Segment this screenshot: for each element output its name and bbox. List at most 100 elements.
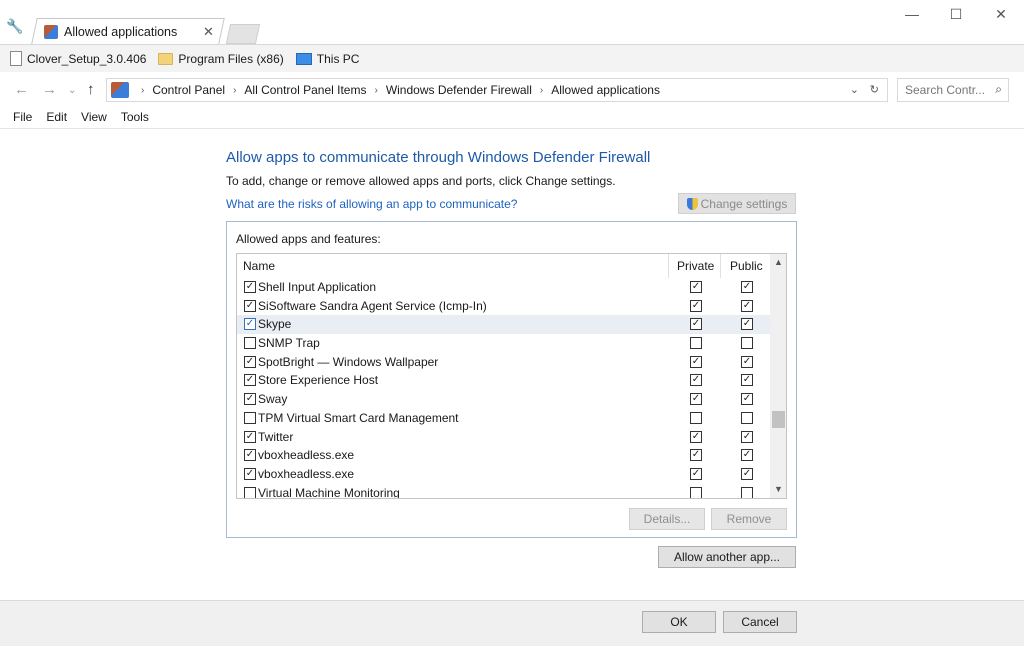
table-row[interactable]: Virtual Machine Monitoring bbox=[237, 484, 770, 498]
cancel-button[interactable]: Cancel bbox=[723, 611, 797, 633]
favorite-item[interactable]: Clover_Setup_3.0.406 bbox=[10, 51, 146, 66]
public-checkbox[interactable]: ✓ bbox=[741, 449, 753, 462]
new-tab-button[interactable] bbox=[225, 24, 261, 44]
private-checkbox[interactable] bbox=[690, 337, 702, 350]
table-row[interactable]: TPM Virtual Smart Card Management bbox=[237, 409, 770, 428]
enable-checkbox[interactable]: ✓ bbox=[244, 318, 256, 331]
enable-checkbox[interactable]: ✓ bbox=[244, 467, 256, 480]
private-checkbox[interactable] bbox=[690, 411, 702, 424]
private-checkbox[interactable]: ✓ bbox=[690, 281, 702, 293]
risks-link[interactable]: What are the risks of allowing an app to… bbox=[226, 197, 517, 211]
details-button[interactable]: Details... bbox=[629, 508, 705, 530]
table-row[interactable]: ✓ Twitter ✓ ✓ bbox=[237, 428, 770, 447]
menu-file[interactable]: File bbox=[0, 108, 39, 128]
ok-button[interactable]: OK bbox=[642, 611, 716, 633]
private-checkbox[interactable]: ✓ bbox=[690, 449, 702, 462]
column-header-public[interactable]: Public bbox=[730, 259, 763, 273]
breadcrumb[interactable]: › Control Panel › All Control Panel Item… bbox=[106, 78, 888, 102]
public-checkbox[interactable]: ✓ bbox=[741, 299, 753, 312]
app-name: SpotBright — Windows Wallpaper bbox=[258, 354, 439, 369]
table-row[interactable]: ✓ vboxheadless.exe ✓ ✓ bbox=[237, 465, 770, 484]
public-checkbox[interactable]: ✓ bbox=[741, 281, 753, 293]
chevron-right-icon[interactable]: › bbox=[233, 85, 236, 96]
menu-edit[interactable]: Edit bbox=[39, 108, 74, 128]
private-checkbox[interactable]: ✓ bbox=[690, 467, 702, 480]
table-row[interactable]: ✓ vboxheadless.exe ✓ ✓ bbox=[237, 446, 770, 465]
enable-checkbox[interactable]: ✓ bbox=[244, 449, 256, 462]
public-checkbox[interactable]: ✓ bbox=[741, 393, 753, 406]
table-row[interactable]: ✓ SpotBright — Windows Wallpaper ✓ ✓ bbox=[237, 353, 770, 372]
recent-chevron-icon[interactable]: ⌄ bbox=[68, 85, 76, 96]
public-checkbox[interactable] bbox=[741, 411, 753, 424]
enable-checkbox[interactable]: ✓ bbox=[244, 281, 256, 293]
favorite-item[interactable]: Program Files (x86) bbox=[158, 52, 284, 66]
private-checkbox[interactable]: ✓ bbox=[690, 355, 702, 368]
enable-checkbox[interactable]: ✓ bbox=[244, 430, 256, 443]
chevron-right-icon[interactable]: › bbox=[141, 85, 144, 96]
chevron-right-icon[interactable]: › bbox=[374, 85, 377, 96]
column-divider[interactable] bbox=[668, 254, 669, 278]
menu-tools[interactable]: Tools bbox=[114, 108, 156, 128]
private-checkbox[interactable]: ✓ bbox=[690, 393, 702, 406]
breadcrumb-item[interactable]: Windows Defender Firewall bbox=[386, 83, 532, 97]
table-row[interactable]: ✓ SiSoftware Sandra Agent Service (Icmp-I… bbox=[237, 297, 770, 316]
chevron-right-icon[interactable]: › bbox=[540, 85, 543, 96]
refresh-icon[interactable]: ↻ bbox=[870, 83, 879, 96]
public-checkbox[interactable]: ✓ bbox=[741, 430, 753, 443]
menu-view[interactable]: View bbox=[74, 108, 114, 128]
breadcrumb-item[interactable]: All Control Panel Items bbox=[244, 83, 366, 97]
enable-checkbox[interactable] bbox=[244, 337, 256, 350]
search-input[interactable]: Search Contr... ⌕ bbox=[897, 78, 1009, 102]
app-rows: ✓ Shell Input Application ✓ ✓ ✓ SiSoftware Sa… bbox=[237, 278, 770, 498]
enable-checkbox[interactable] bbox=[244, 486, 256, 498]
close-tab-icon[interactable]: ✕ bbox=[203, 24, 214, 40]
private-checkbox[interactable]: ✓ bbox=[690, 318, 702, 331]
remove-button[interactable]: Remove bbox=[711, 508, 787, 530]
table-row[interactable]: ✓ Shell Input Application ✓ ✓ bbox=[237, 278, 770, 297]
public-checkbox[interactable]: ✓ bbox=[741, 318, 753, 331]
enable-checkbox[interactable] bbox=[244, 411, 256, 424]
private-checkbox[interactable] bbox=[690, 486, 702, 498]
table-row[interactable]: ✓ Sway ✓ ✓ bbox=[237, 390, 770, 409]
search-icon[interactable]: ⌕ bbox=[995, 82, 1002, 97]
private-checkbox[interactable]: ✓ bbox=[690, 299, 702, 312]
allow-another-app-button[interactable]: Allow another app... bbox=[658, 546, 796, 568]
scroll-down-icon[interactable]: ▼ bbox=[770, 481, 786, 498]
wrench-icon[interactable]: 🔧 bbox=[6, 18, 24, 36]
public-checkbox[interactable] bbox=[741, 337, 753, 350]
enable-checkbox[interactable]: ✓ bbox=[244, 355, 256, 368]
vertical-scrollbar[interactable]: ▲ ▼ bbox=[770, 254, 786, 498]
enable-checkbox[interactable]: ✓ bbox=[244, 374, 256, 387]
apps-list[interactable]: Name Private Public ✓ Shell Input Applica… bbox=[236, 253, 787, 499]
private-checkbox[interactable]: ✓ bbox=[690, 374, 702, 387]
address-dropdown-icon[interactable]: ⌄ bbox=[850, 83, 859, 96]
forward-arrow-icon[interactable]: → bbox=[42, 81, 57, 98]
breadcrumb-item[interactable]: Control Panel bbox=[152, 83, 225, 97]
column-divider[interactable] bbox=[720, 254, 721, 278]
up-arrow-icon[interactable]: ↑ bbox=[87, 81, 95, 98]
table-row[interactable]: ✓ Skype ✓ ✓ bbox=[237, 315, 770, 335]
enable-checkbox[interactable]: ✓ bbox=[244, 299, 256, 312]
back-arrow-icon[interactable]: ← bbox=[14, 81, 29, 98]
column-header-private[interactable]: Private bbox=[677, 259, 714, 273]
table-row[interactable]: SNMP Trap bbox=[237, 334, 770, 353]
breadcrumb-item[interactable]: Allowed applications bbox=[551, 83, 660, 97]
public-checkbox[interactable] bbox=[741, 486, 753, 498]
public-checkbox[interactable]: ✓ bbox=[741, 467, 753, 480]
column-header-name[interactable]: Name bbox=[243, 259, 275, 273]
change-settings-button[interactable]: Change settings bbox=[678, 193, 796, 214]
scroll-thumb[interactable] bbox=[772, 411, 785, 428]
public-checkbox[interactable]: ✓ bbox=[741, 355, 753, 368]
public-checkbox[interactable]: ✓ bbox=[741, 374, 753, 387]
tab-content[interactable]: Allowed applications bbox=[44, 22, 177, 42]
minimize-button[interactable]: — bbox=[902, 6, 922, 22]
favorite-item[interactable]: This PC bbox=[295, 52, 359, 66]
close-window-button[interactable]: ✕ bbox=[991, 6, 1011, 23]
uac-shield-icon bbox=[686, 197, 698, 210]
table-row[interactable]: ✓ Store Experience Host ✓ ✓ bbox=[237, 371, 770, 390]
maximize-button[interactable]: ☐ bbox=[946, 6, 966, 23]
enable-checkbox[interactable]: ✓ bbox=[244, 393, 256, 406]
control-panel-icon bbox=[111, 82, 129, 98]
scroll-up-icon[interactable]: ▲ bbox=[770, 254, 786, 271]
private-checkbox[interactable]: ✓ bbox=[690, 430, 702, 443]
